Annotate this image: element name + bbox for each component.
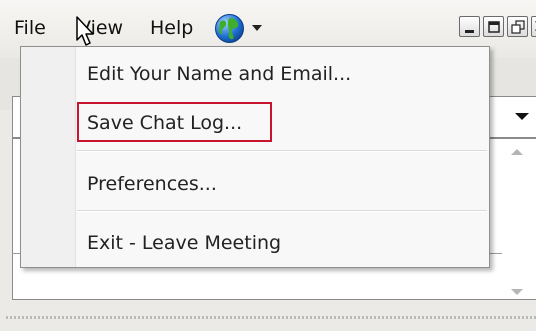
menu-item-exit-leave-meeting[interactable]: Exit - Leave Meeting: [87, 230, 281, 256]
chevron-down-icon[interactable]: [505, 97, 536, 137]
minimize-icon: [465, 30, 474, 33]
menu-item-edit-name-email[interactable]: Edit Your Name and Email...: [87, 61, 351, 87]
menu-help[interactable]: Help: [150, 16, 193, 40]
menu-separator: [77, 210, 487, 212]
restore-button[interactable]: [507, 16, 528, 37]
close-button[interactable]: [531, 16, 536, 37]
menu-separator: [77, 150, 487, 152]
maximize-button[interactable]: [483, 16, 504, 37]
scroll-down-icon[interactable]: [506, 284, 528, 300]
status-bar-edge: [6, 316, 536, 319]
restore-icon: [511, 20, 525, 34]
menu-item-preferences[interactable]: Preferences...: [87, 171, 217, 197]
view-menu-dropdown: Edit Your Name and Email... Save Chat Lo…: [20, 46, 490, 268]
mouse-cursor-icon: [76, 16, 94, 46]
close-icon: [535, 21, 536, 31]
globe-icon[interactable]: [214, 13, 245, 44]
chevron-down-icon[interactable]: [252, 25, 262, 32]
scroll-up-icon[interactable]: [506, 144, 528, 160]
maximize-icon: [488, 21, 500, 33]
minimize-button[interactable]: [459, 16, 480, 37]
highlight-box: [77, 102, 272, 142]
app-window: File View Help Edit Your Name and Email.…: [0, 0, 536, 331]
menu-icon-gutter: [21, 47, 76, 267]
menu-file[interactable]: File: [14, 16, 46, 40]
